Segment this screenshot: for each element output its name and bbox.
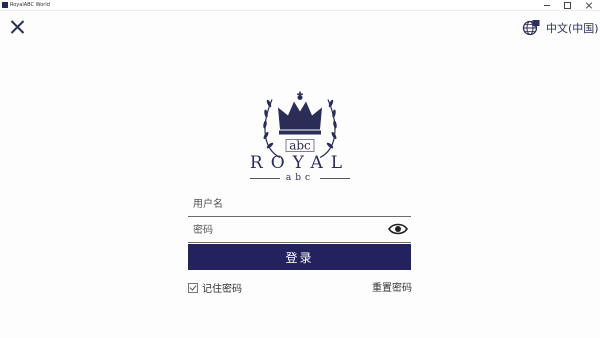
close-icon[interactable] (9, 18, 27, 36)
window-title: RoyalABC World (10, 2, 50, 8)
window-titlebar: RoyalABC World (0, 0, 600, 11)
brand-sub-row: abc (0, 173, 600, 183)
brand-sub: abc (285, 173, 315, 183)
window-close-button[interactable] (580, 0, 598, 10)
reset-password-link[interactable]: 重置密码 (372, 279, 412, 294)
language-label: 中文(中国) (546, 22, 599, 35)
remember-label: 记住密码 (202, 284, 242, 295)
remember-checkbox[interactable] (188, 282, 198, 293)
language-icon (522, 20, 540, 36)
brand-divider (320, 177, 351, 179)
password-input[interactable] (188, 219, 383, 242)
brand-divider (249, 177, 280, 179)
eye-icon[interactable] (388, 222, 408, 236)
language-selector[interactable]: 中文(中国) (522, 18, 599, 38)
login-button[interactable]: 登录 (188, 244, 411, 270)
minimize-button[interactable] (538, 0, 556, 10)
username-input[interactable] (188, 193, 383, 216)
password-field (188, 218, 411, 243)
brand-name: ROYAL (249, 153, 351, 173)
maximize-button[interactable] (558, 0, 576, 10)
app-icon (2, 2, 8, 8)
remember-password[interactable]: 记住密码 (188, 280, 242, 295)
logo-text: abc (289, 139, 311, 153)
username-field (188, 192, 411, 217)
